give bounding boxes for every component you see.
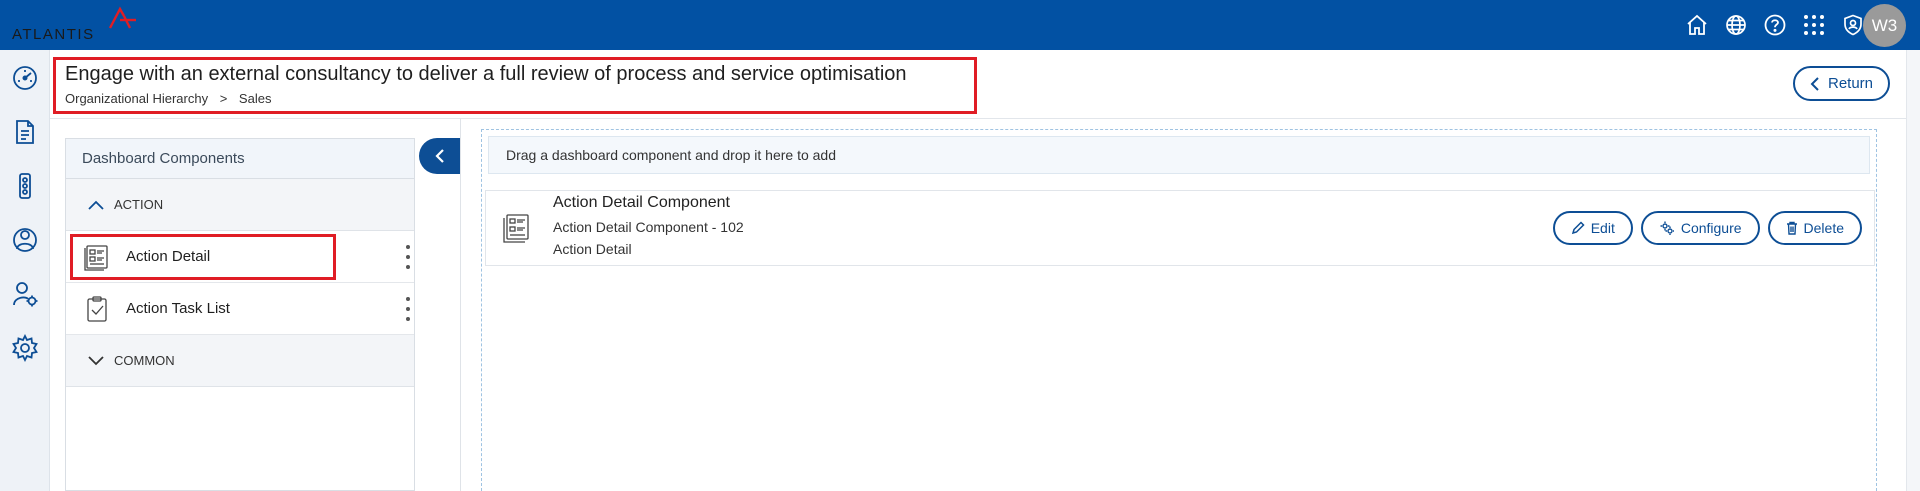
breadcrumb: Organizational Hierarchy > Sales bbox=[65, 91, 271, 106]
list-item-action-task-list[interactable]: Action Task List bbox=[66, 283, 414, 335]
atlantis-logo[interactable]: ATLANTIS bbox=[12, 6, 142, 44]
traffic-light-icon[interactable] bbox=[11, 172, 39, 200]
configure-label: Configure bbox=[1680, 220, 1742, 236]
trash-icon bbox=[1786, 221, 1797, 235]
dashboard-gauge-icon[interactable] bbox=[11, 64, 39, 92]
more-options-icon[interactable] bbox=[404, 245, 412, 269]
delete-button[interactable]: Delete bbox=[1767, 211, 1862, 245]
component-card[interactable]: Action Detail Component Action Detail Co… bbox=[485, 190, 1875, 266]
network-person-icon[interactable] bbox=[11, 226, 39, 254]
breadcrumb-current-sales: Sales bbox=[238, 91, 272, 106]
help-icon[interactable] bbox=[1755, 0, 1794, 50]
chevron-down-icon bbox=[88, 355, 104, 365]
dropzone-hint: Drag a dashboard component and drop it h… bbox=[488, 136, 1870, 174]
item-label: Action Task List bbox=[126, 300, 230, 317]
page-scrollbar[interactable] bbox=[1906, 50, 1920, 491]
page-header: Engage with an external consultancy to d… bbox=[53, 57, 977, 114]
return-button[interactable]: Return bbox=[1793, 66, 1890, 101]
chevron-up-icon bbox=[88, 200, 104, 210]
component-type: Action Detail bbox=[553, 241, 632, 257]
edit-button[interactable]: Edit bbox=[1552, 211, 1633, 245]
group-header-common[interactable]: COMMON bbox=[66, 335, 414, 387]
configure-button[interactable]: Configure bbox=[1640, 211, 1760, 245]
group-label-action: ACTION bbox=[114, 197, 164, 212]
component-subtitle: Action Detail Component - 102 bbox=[553, 219, 744, 235]
delete-label: Delete bbox=[1803, 220, 1844, 236]
dashboard-components-panel: Dashboard Components ACTION Action Detai… bbox=[65, 138, 415, 491]
user-avatar[interactable]: W3 bbox=[1863, 4, 1906, 47]
settings-gear-icon[interactable] bbox=[11, 334, 39, 362]
action-detail-icon bbox=[84, 245, 108, 271]
configure-gears-icon bbox=[1660, 221, 1674, 235]
action-detail-icon bbox=[503, 214, 529, 243]
breadcrumb-link-org-hierarchy[interactable]: Organizational Hierarchy bbox=[65, 91, 208, 106]
apps-grid-icon[interactable] bbox=[1794, 0, 1833, 50]
panel-title: Dashboard Components bbox=[66, 139, 414, 179]
logo-mark-icon bbox=[108, 6, 136, 29]
chevron-left-icon bbox=[1810, 76, 1819, 91]
logo-text: ATLANTIS bbox=[12, 26, 95, 43]
collapse-panel-button[interactable] bbox=[419, 138, 460, 174]
group-label-common: COMMON bbox=[114, 353, 175, 368]
component-title: Action Detail Component bbox=[553, 194, 730, 211]
clipboard-check-icon bbox=[87, 296, 107, 322]
page-title: Engage with an external consultancy to d… bbox=[65, 63, 907, 85]
breadcrumb-separator: > bbox=[219, 91, 228, 106]
top-bar: ATLANTIS W3 bbox=[0, 0, 1920, 50]
header-divider bbox=[50, 118, 1906, 119]
item-label: Action Detail bbox=[126, 248, 211, 265]
dashboard-dropzone[interactable]: Drag a dashboard component and drop it h… bbox=[481, 129, 1877, 491]
list-item-action-detail[interactable]: Action Detail bbox=[66, 231, 414, 283]
globe-icon[interactable] bbox=[1716, 0, 1755, 50]
top-icons bbox=[1677, 0, 1872, 50]
component-actions: Edit Configure Delete bbox=[1552, 211, 1862, 245]
more-options-icon[interactable] bbox=[404, 297, 412, 321]
left-rail bbox=[0, 50, 50, 491]
edit-label: Edit bbox=[1590, 220, 1615, 236]
home-icon[interactable] bbox=[1677, 0, 1716, 50]
pencil-icon bbox=[1571, 221, 1585, 235]
user-settings-icon[interactable] bbox=[11, 280, 39, 308]
panel-divider bbox=[460, 118, 461, 491]
chevron-left-icon bbox=[434, 149, 444, 163]
document-icon[interactable] bbox=[11, 118, 39, 146]
group-header-action[interactable]: ACTION bbox=[66, 179, 414, 231]
return-label: Return bbox=[1827, 75, 1874, 92]
